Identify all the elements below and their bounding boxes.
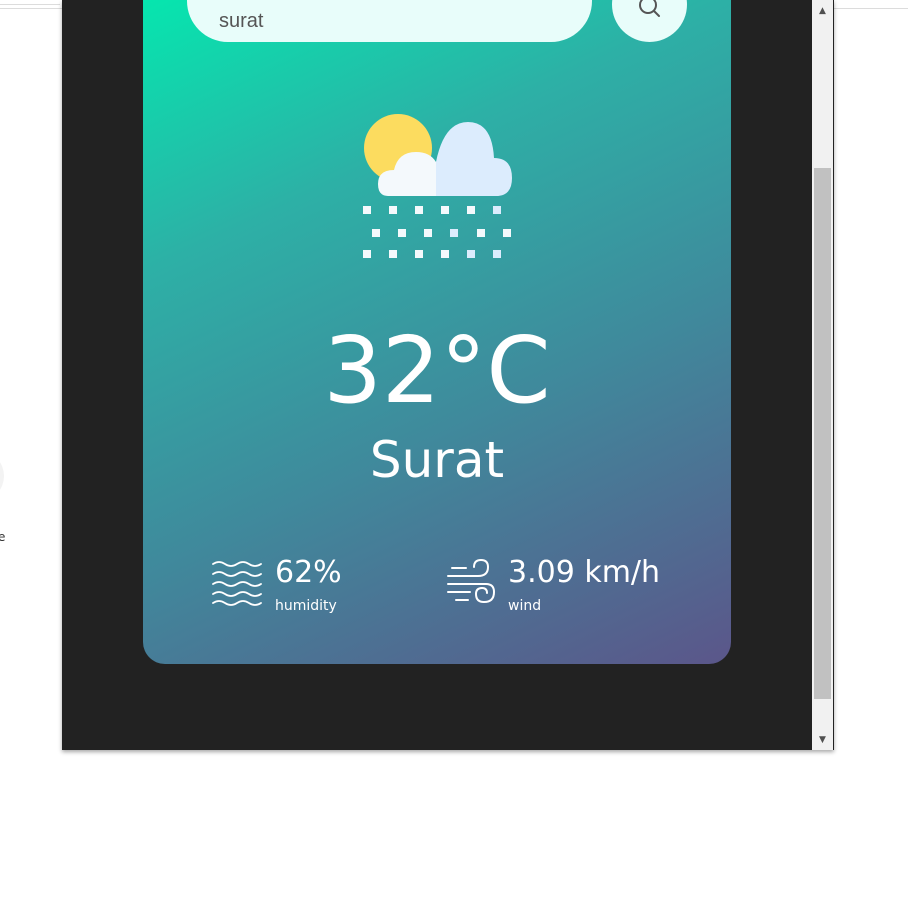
search-input[interactable] xyxy=(187,0,592,42)
humidity-waves-icon xyxy=(212,561,262,606)
wind-value: 3.09 km/h xyxy=(508,555,661,590)
scrollbar[interactable]: ▲ ▼ xyxy=(812,0,833,750)
top-divider-short xyxy=(0,4,60,5)
temperature-value: 32°C xyxy=(323,317,551,424)
wind-label: wind xyxy=(508,598,542,614)
search-icon xyxy=(638,0,660,17)
cloud-sun-rain-icon xyxy=(363,114,512,258)
city-name: Surat xyxy=(369,431,505,489)
scroll-up-arrow-icon[interactable]: ▲ xyxy=(812,0,833,21)
humidity-label: humidity xyxy=(275,598,337,614)
scroll-down-arrow-icon[interactable]: ▼ xyxy=(812,729,833,750)
humidity-value: 62% xyxy=(275,555,342,590)
scroll-thumb[interactable] xyxy=(814,168,831,699)
background-text-fragment: e xyxy=(0,530,6,544)
wind-icon xyxy=(447,558,496,604)
